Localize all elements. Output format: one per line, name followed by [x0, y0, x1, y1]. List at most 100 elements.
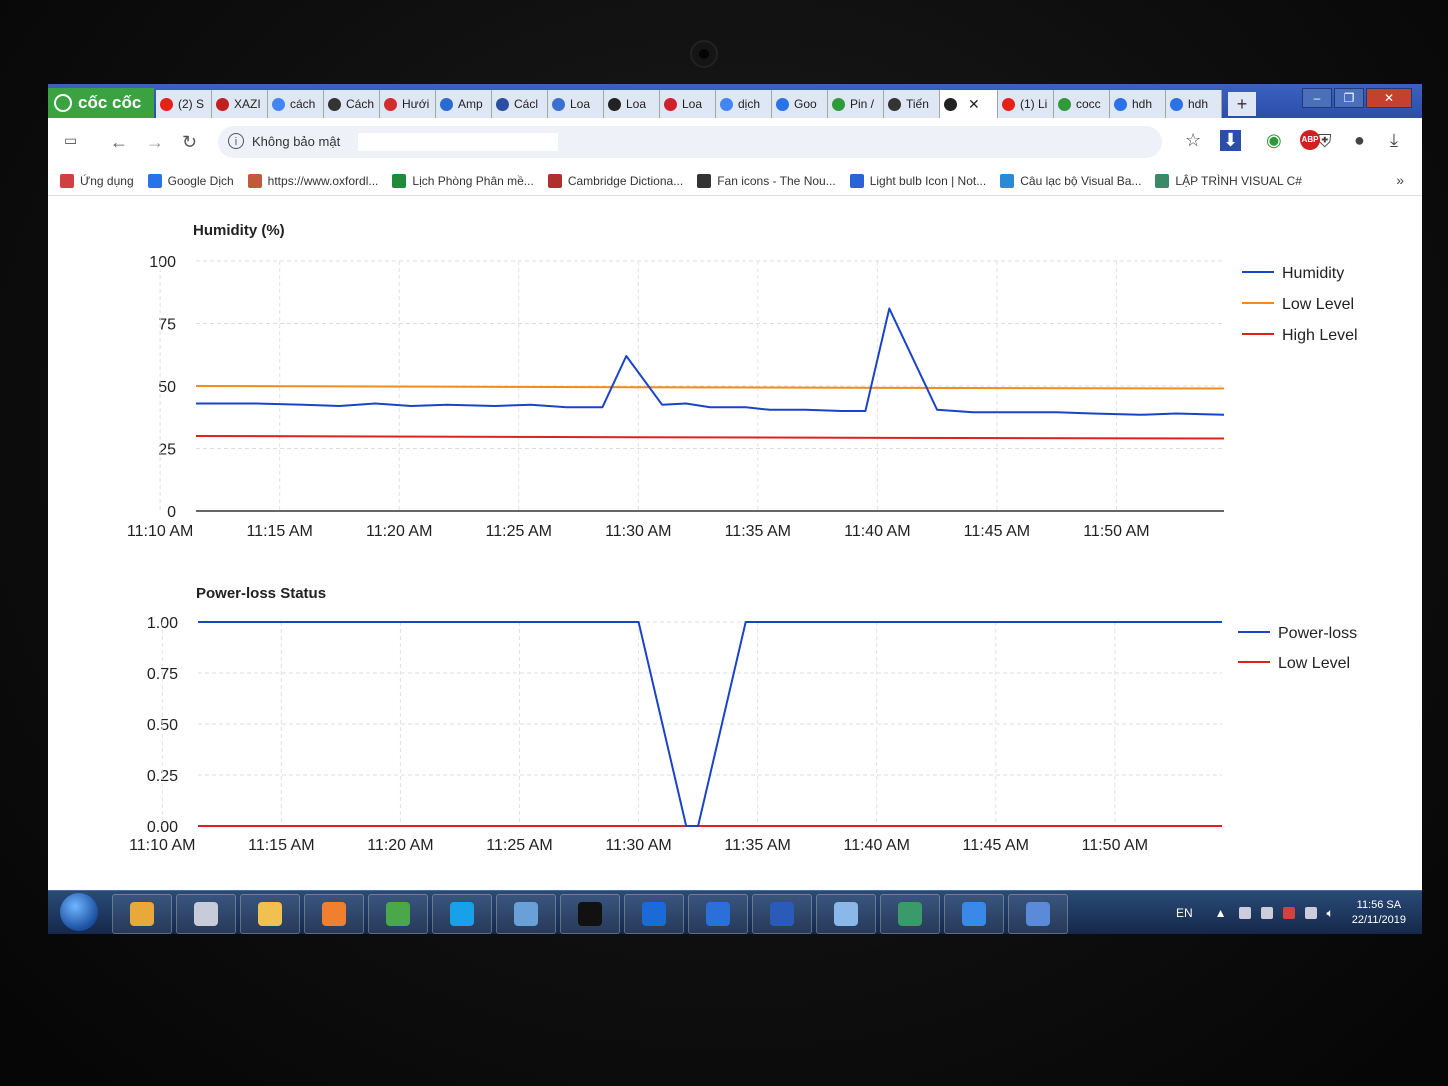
- browser-tab[interactable]: Pin /: [828, 90, 884, 118]
- bookmark-item[interactable]: LẬP TRÌNH VISUAL C#: [1155, 173, 1302, 188]
- taskbar-app[interactable]: [496, 894, 556, 934]
- minimize-button[interactable]: –: [1302, 88, 1332, 108]
- back-button[interactable]: ←: [110, 132, 128, 153]
- reload-button[interactable]: ↻: [182, 132, 197, 153]
- taskbar-apps: [112, 894, 1072, 934]
- browser-tab[interactable]: Loa: [604, 90, 660, 118]
- browser-tab[interactable]: Goo: [772, 90, 828, 118]
- x-tick-label: 11:25 AM: [486, 837, 552, 854]
- restore-button[interactable]: ❐: [1334, 88, 1364, 108]
- url-field[interactable]: [358, 133, 558, 151]
- taskbar-app[interactable]: [752, 894, 812, 934]
- network-icon[interactable]: [1260, 907, 1273, 919]
- y-tick-label: 100: [149, 254, 176, 271]
- account-icon[interactable]: ●: [1354, 130, 1365, 151]
- bookmarks-more-button[interactable]: »: [1396, 172, 1404, 188]
- browser-tab[interactable]: Tiến: [884, 90, 940, 118]
- start-button[interactable]: [60, 893, 98, 931]
- bookmark-item[interactable]: Lịch Phòng Phân mề...: [392, 173, 534, 188]
- bookmark-star-icon[interactable]: ☆: [1185, 130, 1201, 151]
- sidebar-toggle-icon[interactable]: ▭: [64, 132, 77, 149]
- browser-tab[interactable]: Cách: [324, 90, 380, 118]
- taskbar-app[interactable]: [880, 894, 940, 934]
- info-icon[interactable]: i: [228, 133, 244, 149]
- tray-app-icon[interactable]: [1238, 907, 1251, 919]
- bookmark-item[interactable]: Fan icons - The Nou...: [697, 173, 836, 188]
- legend-label: Low Level: [1282, 296, 1354, 313]
- browser-tab[interactable]: XAZI: [212, 90, 268, 118]
- action-center-icon[interactable]: [1282, 907, 1295, 919]
- browser-tab[interactable]: Amp: [436, 90, 492, 118]
- taskbar-app[interactable]: [1008, 894, 1068, 934]
- bookmark-favicon-icon: [247, 173, 262, 188]
- bookmark-item[interactable]: https://www.oxfordl...: [247, 173, 378, 188]
- bookmark-item[interactable]: Google Dịch: [147, 173, 234, 188]
- taskbar-app[interactable]: [176, 894, 236, 934]
- pen-icon: [552, 97, 565, 111]
- browser-tab[interactable]: (2) S: [156, 90, 212, 118]
- webcam: [690, 40, 718, 68]
- volume-icon[interactable]: 🔈︎: [1327, 906, 1334, 921]
- x-tick-label: 11:50 AM: [1083, 523, 1149, 540]
- browser-tab[interactable]: Loa: [548, 90, 604, 118]
- app-icon: [384, 97, 397, 111]
- browser-tab[interactable]: dịch: [716, 90, 772, 118]
- google-icon: [272, 97, 285, 111]
- shield-icon[interactable]: ⛨: [1318, 131, 1332, 152]
- tab-close-icon[interactable]: ✕: [968, 96, 980, 113]
- window-close-button[interactable]: ✕: [1366, 88, 1412, 108]
- tab-label: hdh: [1132, 97, 1153, 111]
- youtube-icon: [160, 97, 173, 111]
- taskbar-app[interactable]: [368, 894, 428, 934]
- bookmark-label: Lịch Phòng Phân mề...: [412, 173, 534, 188]
- series-line-high-level: [195, 435, 1225, 440]
- window-switch-icon: [898, 902, 922, 926]
- bookmark-item[interactable]: Cambridge Dictiona...: [547, 173, 683, 188]
- new-tab-button[interactable]: +: [1228, 92, 1256, 116]
- browser-tab[interactable]: ✕: [940, 90, 998, 118]
- address-bar[interactable]: i Không bảo mật ⛨: [218, 126, 1332, 158]
- google-icon: [720, 97, 733, 111]
- taskbar-app[interactable]: [240, 894, 300, 934]
- security-label: Không bảo mật: [252, 134, 341, 149]
- taskbar-app[interactable]: [432, 894, 492, 934]
- explorer-icon: [258, 902, 282, 926]
- browser-tab[interactable]: hdh: [1110, 90, 1166, 118]
- download-icon[interactable]: ⤓: [1390, 130, 1398, 151]
- bookmark-favicon-icon: [60, 173, 74, 188]
- x-tick-label: 11:35 AM: [725, 523, 791, 540]
- browser-tab[interactable]: cocc: [1054, 90, 1110, 118]
- taskbar-app[interactable]: [688, 894, 748, 934]
- taskbar-app[interactable]: [816, 894, 876, 934]
- adblock-icon[interactable]: ABP: [1300, 130, 1320, 150]
- taskbar-app[interactable]: [304, 894, 364, 934]
- coccoc-brand[interactable]: cốc cốc: [48, 88, 154, 118]
- x-tick-label: 11:50 AM: [1082, 837, 1148, 854]
- tray-expand-icon[interactable]: ▲: [1215, 906, 1227, 920]
- browser-tab[interactable]: Hưới: [380, 90, 436, 118]
- coccoc-icon: [386, 902, 410, 926]
- taskbar-app[interactable]: [112, 894, 172, 934]
- browser-tab[interactable]: Cácl: [492, 90, 548, 118]
- x-tick-label: 11:45 AM: [964, 523, 1030, 540]
- bookmark-item[interactable]: Câu lạc bộ Visual Ba...: [1000, 173, 1141, 188]
- bookmark-item[interactable]: Light bulb Icon | Not...: [849, 173, 986, 188]
- browser-tab[interactable]: cách: [268, 90, 324, 118]
- bookmark-item[interactable]: Ứng dụng: [60, 173, 134, 188]
- taskbar-app[interactable]: [624, 894, 684, 934]
- power-icon[interactable]: [1304, 907, 1317, 919]
- forward-button[interactable]: →: [146, 132, 164, 153]
- browser-tab[interactable]: hdh: [1166, 90, 1222, 118]
- browser-tab[interactable]: Loa: [660, 90, 716, 118]
- bookmark-label: Google Dịch: [167, 173, 234, 188]
- browser-tab[interactable]: (1) Li: [998, 90, 1054, 118]
- download-extension-icon[interactable]: ⬇: [1220, 130, 1242, 151]
- taskbar-app[interactable]: [560, 894, 620, 934]
- x-tick-label: 11:10 AM: [127, 523, 193, 540]
- y-tick-label: 0: [167, 504, 176, 521]
- coccoc-extension-icon[interactable]: ◉: [1266, 130, 1282, 151]
- bookmark-favicon-icon: [1155, 173, 1170, 188]
- taskbar-app[interactable]: [944, 894, 1004, 934]
- language-indicator[interactable]: EN: [1176, 906, 1193, 920]
- clock[interactable]: 11:56 SA 22/11/2019: [1352, 898, 1406, 928]
